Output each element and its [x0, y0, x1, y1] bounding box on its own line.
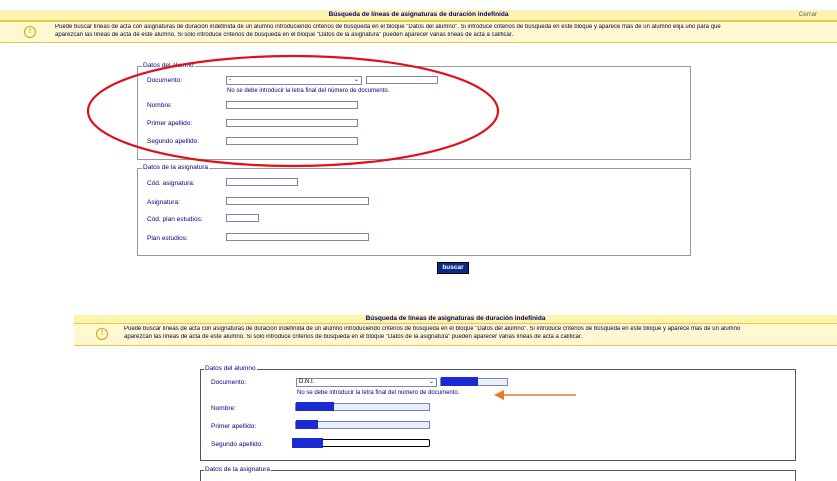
info-text-line1: Puede buscar líneas de acta con asignatu… [55, 24, 721, 30]
title-bar: Búsqueda de líneas de asignaturas de dur… [0, 10, 837, 21]
info-text-2-line2: aparezcan las líneas de acta de este alu… [124, 334, 583, 340]
primer-apellido-label-2: Primer apellido: [211, 423, 257, 430]
chevron-down-icon-2: ⌄ [428, 379, 434, 385]
redaction-documento [441, 377, 478, 386]
fieldset-alumno-2-legend: Datos del alumno [204, 365, 257, 372]
redaction-apellido1 [296, 420, 318, 429]
nombre-label-2: Nombre: [211, 405, 236, 412]
annotation-arrow [494, 390, 576, 400]
plan-estudios-input[interactable] [226, 233, 369, 241]
asignatura-label: Asignatura: [147, 199, 180, 206]
documento-select-2[interactable]: D.N.I. ⌄ [296, 378, 437, 387]
documento-label-2: Documento: [211, 379, 247, 386]
info-icon-2: ! [96, 328, 108, 340]
cod-plan-label: Cód. plan estudios: [147, 216, 203, 223]
asignatura-input[interactable] [226, 197, 369, 205]
info-box: ! Puede buscar líneas de acta con asigna… [0, 21, 837, 43]
segundo-apellido-label-2: Segundo apellido: [211, 441, 264, 448]
page-title-2: Búsqueda de líneas de asignaturas de dur… [365, 315, 546, 322]
page-title: Búsqueda de líneas de asignaturas de dur… [328, 11, 509, 18]
documento-select-2-value: D.N.I. [299, 379, 315, 385]
cod-asignatura-label: Cód. asignatura: [147, 180, 195, 187]
fieldset-asignatura-2-legend: Datos de la asignatura [204, 466, 272, 473]
documento-hint-2: No se debe introducir la letra final del… [297, 390, 460, 396]
fieldset-asignatura [137, 168, 691, 256]
search-button[interactable]: buscar [437, 262, 469, 274]
info-icon: ! [24, 26, 36, 38]
redaction-nombre [296, 402, 334, 411]
info-box-2: ! Puede buscar líneas de acta con asigna… [74, 323, 837, 346]
fieldset-asignatura-2 [200, 470, 796, 481]
info-text-line2: aparezcan las líneas de acta de este alu… [55, 32, 514, 38]
annotation-ellipse [86, 54, 500, 168]
close-link[interactable]: Cerrar [799, 11, 817, 18]
cod-plan-input[interactable] [226, 214, 259, 222]
plan-estudios-label: Plan estudios: [147, 235, 188, 242]
redaction-apellido2 [292, 438, 323, 448]
info-text-2-line1: Puede buscar líneas de acta con asignatu… [124, 326, 741, 332]
